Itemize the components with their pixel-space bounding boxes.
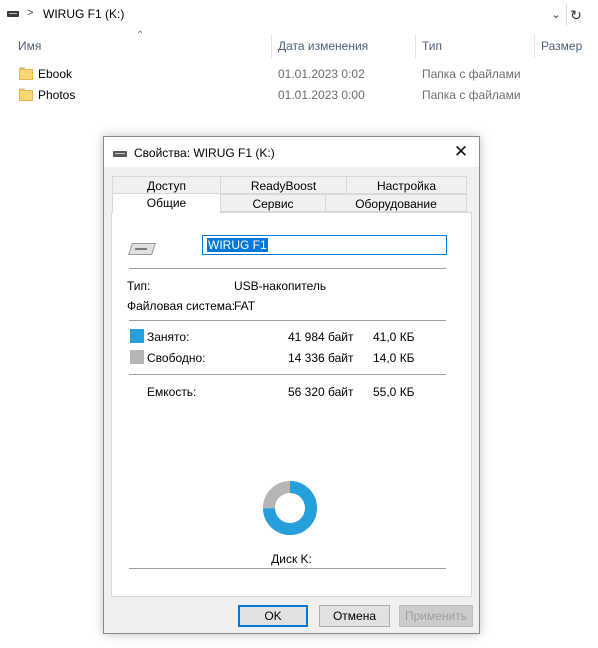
folder-icon — [19, 67, 33, 80]
tab-hardware[interactable]: Оборудование — [325, 194, 467, 212]
divider — [129, 374, 446, 375]
dialog-titlebar[interactable]: Свойства: WIRUG F1 (K:) ✕ — [104, 137, 479, 167]
apply-button[interactable]: Применить — [399, 605, 473, 627]
folder-icon — [19, 88, 33, 101]
properties-dialog: Свойства: WIRUG F1 (K:) ✕ Доступ ReadyBo… — [103, 136, 480, 634]
file-row[interactable]: Ebook 01.01.2023 0:02 Папка с файлами — [0, 64, 598, 85]
used-bytes: 41 984 байт — [288, 330, 354, 344]
tab-access[interactable]: Доступ — [112, 176, 221, 194]
capacity-size: 55,0 КБ — [373, 385, 415, 399]
file-name: Ebook — [38, 67, 73, 81]
usb-drive-icon — [113, 151, 127, 157]
divider — [129, 268, 446, 269]
usb-drive-icon — [128, 243, 156, 255]
column-divider[interactable] — [415, 34, 416, 58]
used-color-swatch — [130, 329, 144, 343]
breadcrumb-separator[interactable]: > — [27, 7, 33, 19]
chevron-down-icon[interactable]: ⌄ — [548, 4, 564, 26]
capacity-bytes: 56 320 байт — [288, 385, 354, 399]
used-size: 41,0 КБ — [373, 330, 415, 344]
disk-label: Диск K: — [271, 552, 312, 566]
used-label: Занято: — [147, 330, 190, 344]
capacity-label: Емкость: — [147, 385, 197, 399]
free-color-swatch — [130, 350, 144, 364]
tab-readyboost[interactable]: ReadyBoost — [220, 176, 347, 194]
tab-service[interactable]: Сервис — [220, 194, 326, 212]
file-date: 01.01.2023 0:00 — [278, 88, 365, 102]
filesystem-label: Файловая система: — [127, 299, 236, 313]
file-date: 01.01.2023 0:02 — [278, 67, 365, 81]
general-panel: WIRUG F1 Тип: USB-накопитель Файловая си… — [111, 212, 472, 597]
cancel-button[interactable]: Отмена — [319, 605, 390, 627]
filesystem-value: FAT — [234, 299, 256, 313]
column-divider[interactable] — [534, 34, 535, 58]
address-path[interactable]: WIRUG F1 (K:) — [43, 7, 124, 21]
file-type: Папка с файлами — [422, 67, 521, 81]
column-divider[interactable] — [271, 34, 272, 58]
disk-usage-donut — [263, 481, 317, 535]
type-value: USB-накопитель — [234, 279, 327, 293]
volume-name-input[interactable]: WIRUG F1 — [202, 235, 447, 255]
address-bar[interactable]: > WIRUG F1 (K:) ⌄ ↻ — [0, 0, 598, 30]
divider — [129, 320, 446, 321]
sort-up-icon: ⌃ — [136, 30, 145, 41]
column-size[interactable]: Размер — [541, 39, 582, 53]
divider — [129, 568, 446, 569]
column-type[interactable]: Тип — [422, 39, 442, 53]
file-row[interactable]: Photos 01.01.2023 0:00 Папка с файлами — [0, 85, 598, 106]
tab-general[interactable]: Общие — [112, 193, 221, 213]
free-size: 14,0 КБ — [373, 351, 415, 365]
column-name[interactable]: Имя — [18, 39, 41, 53]
volume-name-text[interactable]: WIRUG F1 — [207, 238, 268, 252]
type-label: Тип: — [127, 279, 151, 293]
column-headers: ⌃ Имя Дата изменения Тип Размер — [0, 30, 598, 60]
refresh-icon[interactable]: ↻ — [566, 4, 585, 26]
close-icon[interactable]: ✕ — [447, 141, 475, 163]
tab-settings[interactable]: Настройка — [346, 176, 467, 194]
free-label: Свободно: — [147, 351, 206, 365]
file-type: Папка с файлами — [422, 88, 521, 102]
free-bytes: 14 336 байт — [288, 351, 354, 365]
dialog-title: Свойства: WIRUG F1 (K:) — [134, 146, 275, 160]
file-name: Photos — [38, 88, 76, 102]
column-date[interactable]: Дата изменения — [278, 39, 368, 53]
usb-drive-icon — [7, 11, 19, 17]
ok-button[interactable]: OK — [238, 605, 308, 627]
